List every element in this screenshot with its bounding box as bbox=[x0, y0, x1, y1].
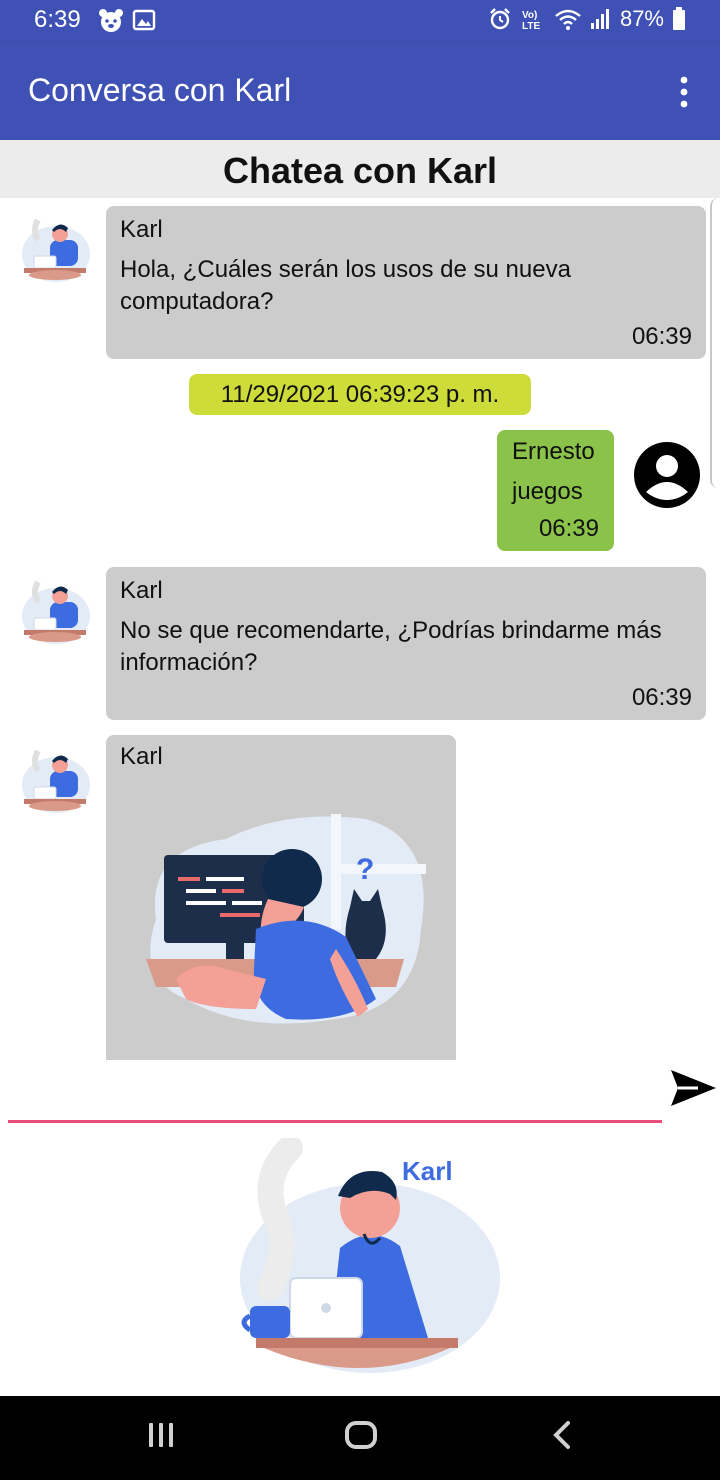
message-bubble-user: Ernesto juegos 06:39 bbox=[497, 430, 614, 551]
signal-icon bbox=[590, 9, 609, 29]
chat-header: Chatea con Karl bbox=[0, 140, 720, 198]
svg-text:LTE: LTE bbox=[522, 21, 540, 31]
message-composer bbox=[0, 1060, 720, 1130]
image-notification-icon bbox=[132, 9, 156, 31]
more-vert-icon[interactable] bbox=[678, 76, 690, 108]
svg-text:?: ? bbox=[356, 853, 374, 886]
chat-title: Chatea con Karl bbox=[222, 150, 498, 191]
message-sender: Karl bbox=[120, 577, 163, 604]
karl-avatar bbox=[22, 218, 90, 282]
message-text: juegos bbox=[512, 478, 583, 505]
karl-avatar bbox=[22, 580, 90, 644]
message-text: No se que recomendarte, ¿Podrías brindar… bbox=[120, 617, 662, 676]
status-bar: 6:39 Vo) LTE 87% bbox=[0, 0, 720, 42]
chat-messages[interactable]: Karl Hola, ¿Cuáles serán los usos de su … bbox=[0, 198, 720, 1060]
message-time: 06:39 bbox=[631, 323, 692, 350]
message-sender: Karl bbox=[120, 216, 163, 243]
karl-illustration: Karl bbox=[240, 1138, 500, 1373]
app-title: Conversa con Karl bbox=[28, 72, 292, 108]
alarm-icon bbox=[490, 8, 510, 30]
app-bar: Conversa con Karl bbox=[0, 42, 720, 140]
battery-percent: 87% bbox=[619, 6, 664, 31]
message-time: 06:39 bbox=[631, 684, 692, 711]
system-icons: Vo) LTE 87% bbox=[488, 6, 686, 32]
user-account-icon bbox=[634, 442, 700, 508]
wifi-icon bbox=[555, 9, 581, 30]
battery-icon bbox=[673, 7, 685, 30]
developer-confused-illustration: ? bbox=[146, 814, 426, 1024]
message-bubble-karl-image: Karl ? bbox=[106, 735, 456, 1060]
volte-icon: Vo) LTE bbox=[522, 10, 540, 31]
status-time: 6:39 bbox=[34, 6, 81, 33]
message-time: 06:39 bbox=[538, 515, 599, 542]
bear-notification-icon bbox=[99, 9, 123, 32]
date-chip: 11/29/2021 06:39:23 p. m. bbox=[189, 374, 531, 415]
recent-apps-icon[interactable] bbox=[146, 1420, 176, 1450]
message-sender: Karl bbox=[120, 743, 163, 770]
karl-illustration-label: Karl bbox=[402, 1156, 453, 1186]
home-icon[interactable] bbox=[344, 1420, 378, 1450]
system-navigation-bar bbox=[0, 1396, 720, 1480]
svg-text:Vo): Vo) bbox=[522, 10, 537, 21]
message-bubble-karl-2: Karl No se que recomendarte, ¿Podrías br… bbox=[106, 567, 706, 720]
message-text: Hola, ¿Cuáles serán los usos de su nueva… bbox=[120, 256, 571, 315]
notification-icons bbox=[98, 8, 156, 34]
back-icon[interactable] bbox=[550, 1420, 574, 1450]
send-icon[interactable] bbox=[668, 1066, 718, 1110]
message-input[interactable] bbox=[8, 1068, 662, 1123]
message-bubble-karl-1: Karl Hola, ¿Cuáles serán los usos de su … bbox=[106, 206, 706, 359]
scroll-indicator[interactable] bbox=[710, 198, 720, 488]
message-sender: Ernesto bbox=[512, 438, 595, 465]
karl-avatar bbox=[22, 749, 90, 813]
